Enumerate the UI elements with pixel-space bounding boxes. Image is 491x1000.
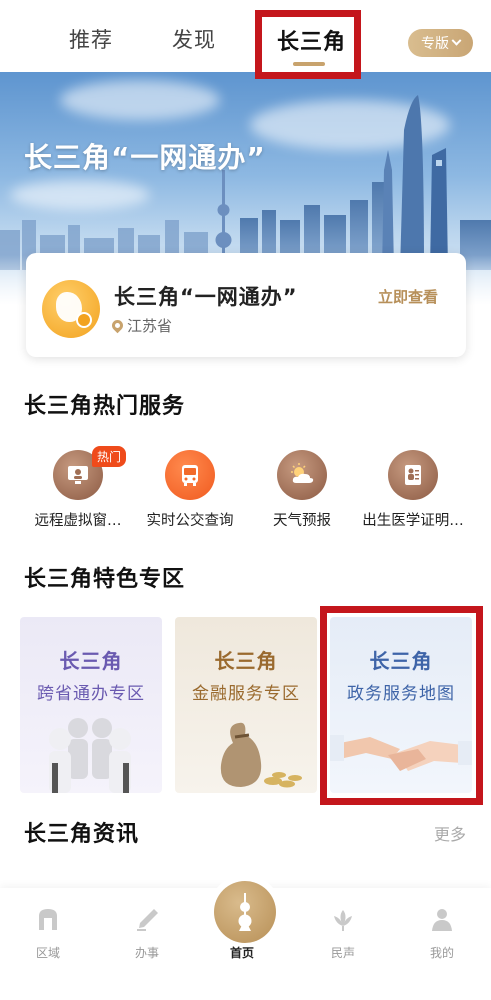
- tile-title: 长三角: [59, 649, 123, 673]
- pen-icon: [137, 909, 158, 931]
- news-title: 长三角资讯: [24, 822, 140, 847]
- tile-title: 长三角: [369, 649, 433, 673]
- bottom-nav-bar: 区域 办事 首页 民声 我的: [0, 881, 491, 1000]
- teamwork-figures-image: [49, 718, 131, 793]
- service-weather[interactable]: 天气预报: [242, 450, 362, 530]
- weather-icon: [277, 450, 327, 500]
- tile-title: 长三角: [214, 649, 278, 673]
- service-bus-query[interactable]: 实时公交查询: [130, 450, 250, 530]
- chevron-down-icon: [451, 35, 462, 46]
- service-label: 出生医学证明…: [362, 513, 464, 529]
- location-pin-icon: [109, 317, 126, 334]
- top-tab-bar: 推荐 发现 长三角 专版: [0, 0, 491, 72]
- nav-region[interactable]: 区域: [18, 906, 78, 961]
- nav-mine[interactable]: 我的: [412, 906, 472, 961]
- feature-zone-title: 长三角特色专区: [24, 567, 186, 592]
- nav-label: 民声: [330, 946, 355, 960]
- handshake-image: [330, 735, 472, 771]
- gov-card-title: 长三角“一网通办”: [114, 285, 298, 309]
- tab-recommend[interactable]: 推荐: [69, 24, 113, 54]
- tower-icon: [238, 893, 252, 931]
- gov-service-card[interactable]: 长三角“一网通办” 江苏省 立即查看: [26, 253, 466, 357]
- hot-services-title: 长三角热门服务: [24, 394, 186, 419]
- location-label: 江苏省: [127, 317, 173, 335]
- news-more-link[interactable]: 更多: [434, 821, 466, 845]
- nav-label: 办事: [134, 946, 159, 960]
- tile-financial-services[interactable]: 长三角 金融服务专区: [175, 617, 317, 793]
- active-tab-indicator: [293, 62, 325, 66]
- service-label: 实时公交查询: [146, 513, 234, 529]
- gov-card-location: 江苏省: [109, 315, 173, 336]
- tab-yangtze-delta[interactable]: 长三角: [277, 24, 346, 56]
- nav-public-voice[interactable]: 民声: [313, 906, 373, 961]
- tab-discover[interactable]: 发现: [172, 24, 216, 54]
- nav-affairs[interactable]: 办事: [117, 906, 177, 961]
- tile-gov-service-map[interactable]: 长三角 政务服务地图: [330, 617, 472, 793]
- region-icon: [39, 909, 57, 930]
- edition-label: 专版: [421, 36, 449, 52]
- person-icon: [432, 909, 452, 931]
- service-birth-certificate[interactable]: 出生医学证明…: [353, 450, 473, 530]
- tile-cross-province[interactable]: 长三角 跨省通办专区: [20, 617, 162, 793]
- nav-home-button[interactable]: [214, 881, 276, 943]
- tile-subtitle: 跨省通办专区: [37, 684, 145, 704]
- nav-label: 我的: [429, 946, 454, 960]
- nav-home-label: 首页: [230, 946, 255, 960]
- service-label: 远程虚拟窗…: [34, 513, 122, 529]
- money-bag-image: [220, 722, 302, 788]
- edition-button[interactable]: 专版: [408, 29, 473, 57]
- service-label: 天气预报: [273, 513, 331, 529]
- hot-badge: 热门: [92, 446, 127, 467]
- bus-icon: [165, 450, 215, 500]
- nav-label: 区域: [35, 946, 60, 960]
- tile-subtitle: 金融服务专区: [192, 684, 300, 704]
- banner-title: 长三角“一网通办”: [24, 141, 266, 174]
- tile-subtitle: 政务服务地图: [347, 684, 455, 704]
- jiangsu-map-logo-icon: [42, 280, 100, 338]
- certificate-icon: [388, 450, 438, 500]
- view-now-link[interactable]: 立即查看: [378, 286, 438, 307]
- lotus-icon: [334, 910, 352, 931]
